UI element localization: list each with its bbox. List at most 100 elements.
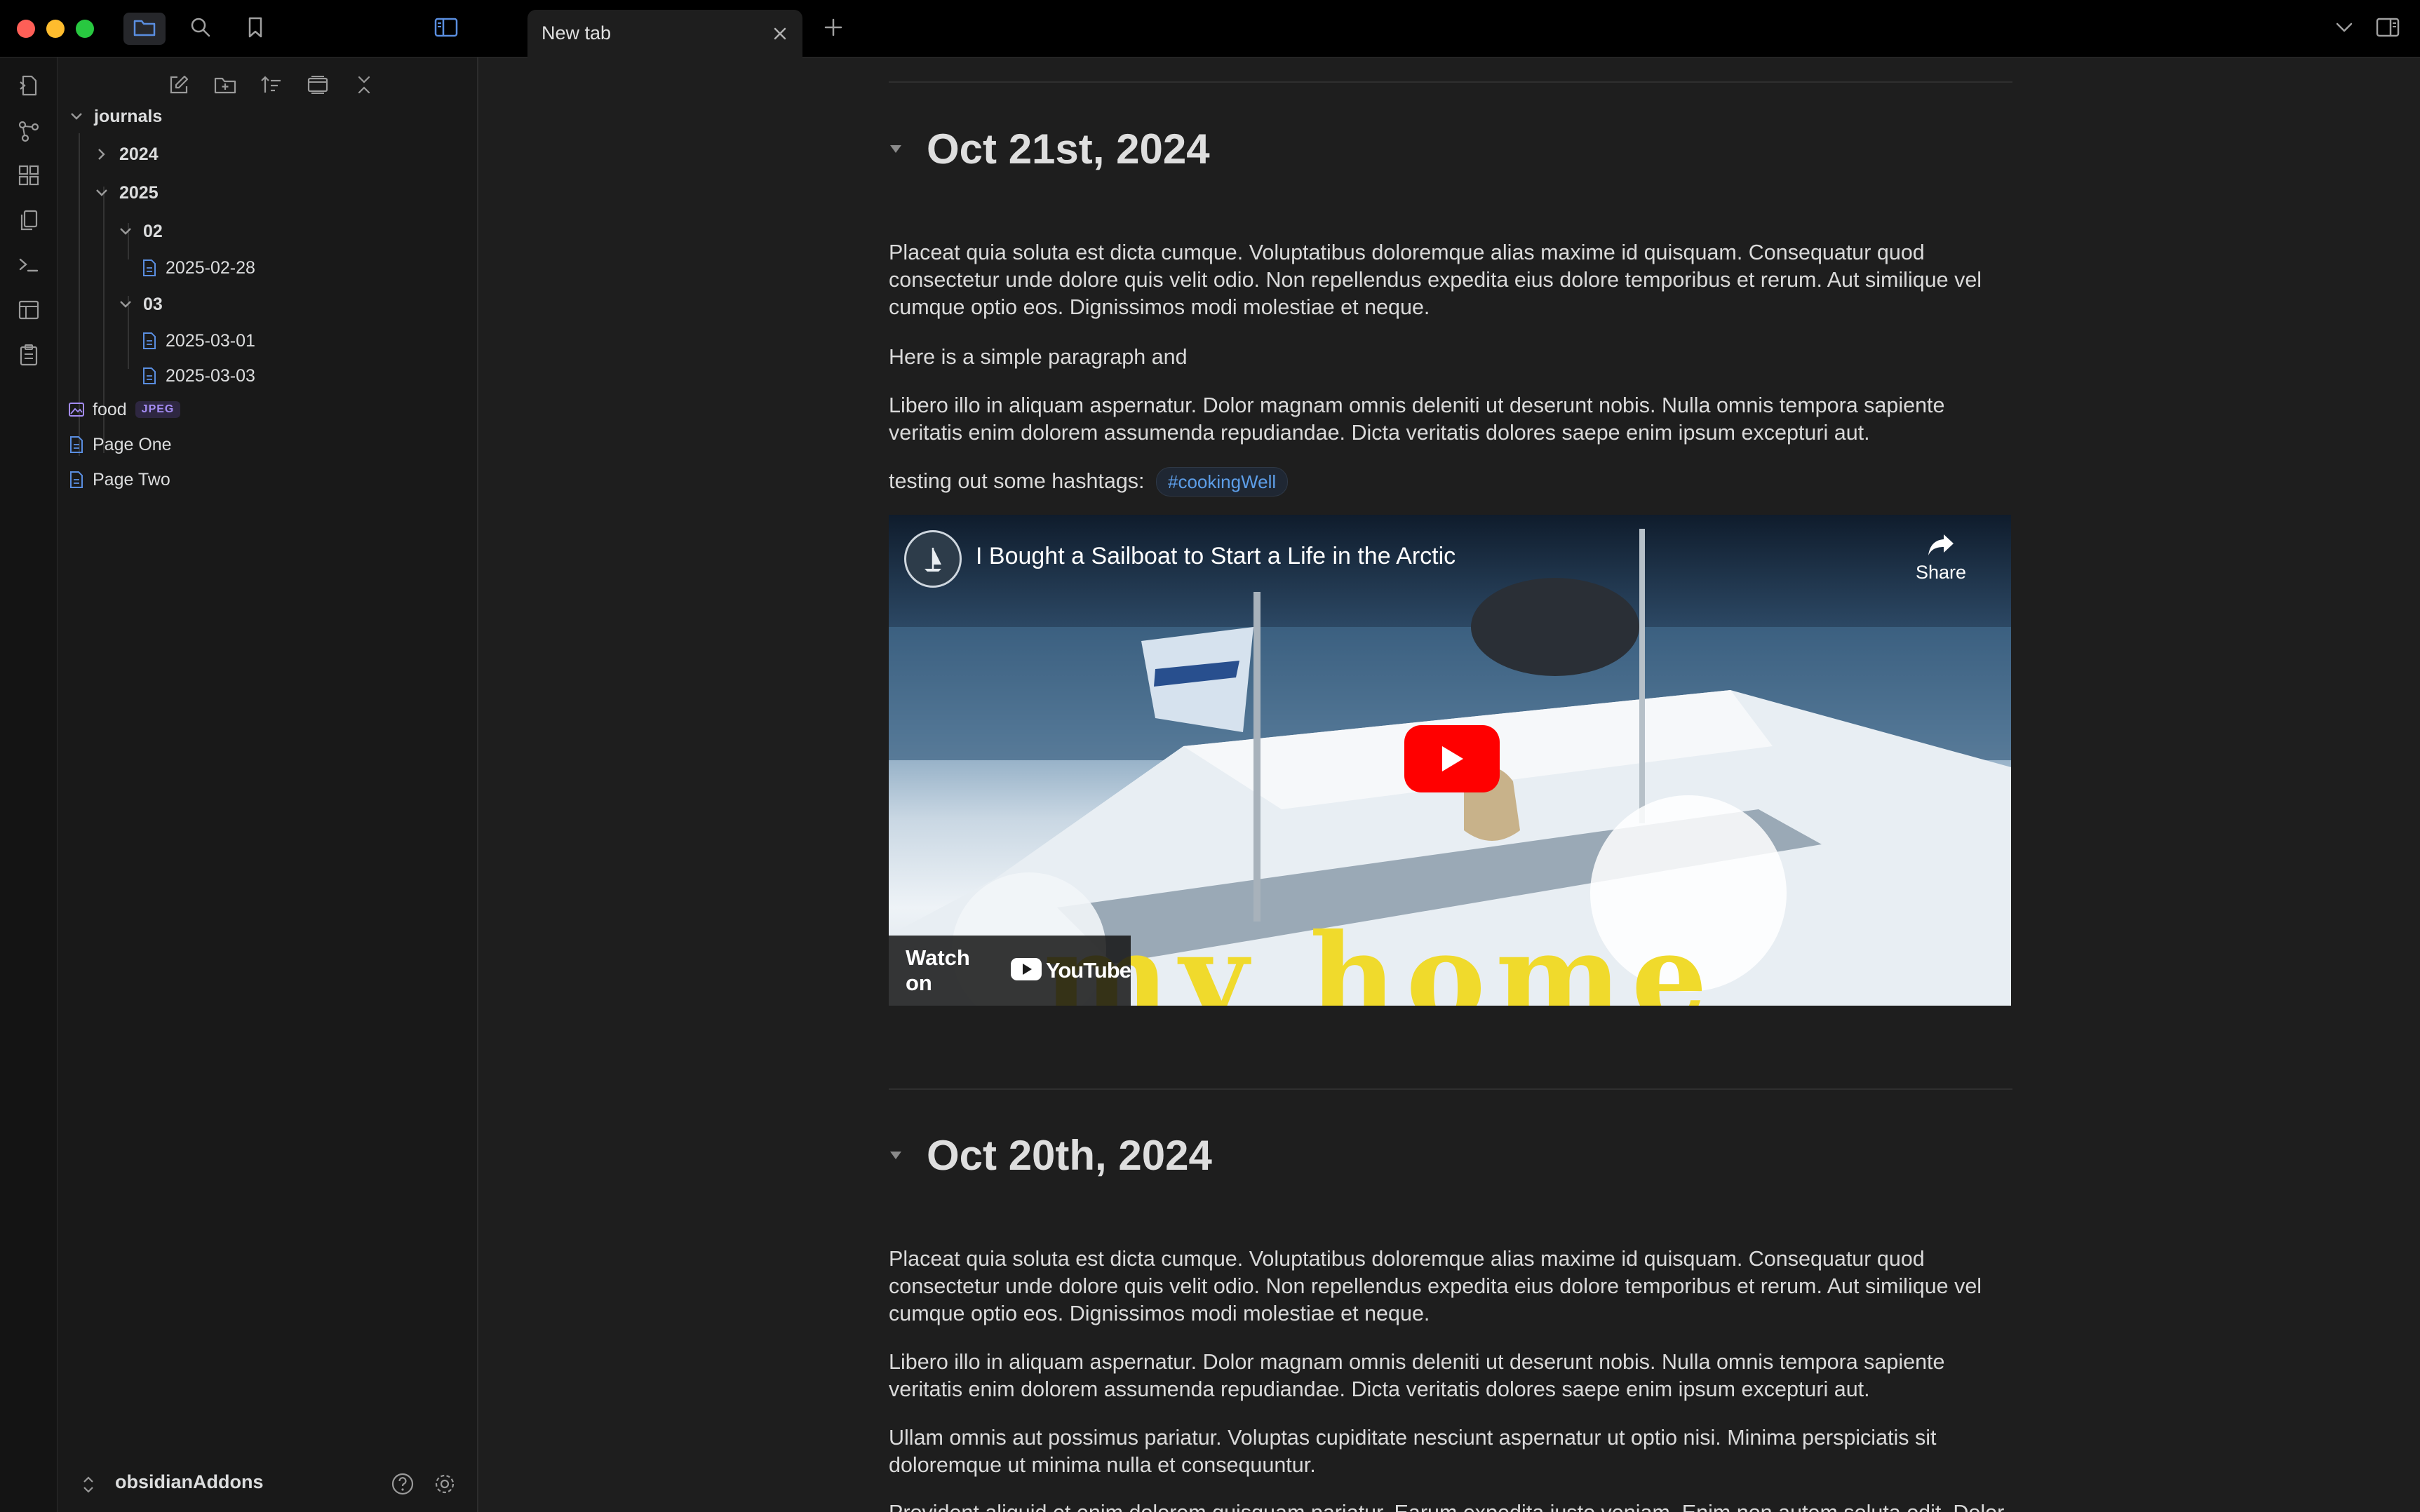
chevron-down-icon bbox=[115, 221, 136, 242]
sort-icon bbox=[261, 76, 281, 93]
daily-note-icon[interactable] bbox=[15, 341, 43, 369]
title-bar: New tab bbox=[0, 0, 2420, 58]
chevron-down-icon bbox=[66, 106, 87, 127]
paragraph: Libero illo in aliquam aspernatur. Dolor… bbox=[889, 393, 1945, 445]
divider bbox=[889, 81, 2012, 83]
file-icon bbox=[140, 258, 159, 278]
file-page-one[interactable]: Page One bbox=[67, 429, 172, 460]
collapse-triangle-icon[interactable] bbox=[889, 143, 910, 154]
folder-2025[interactable]: 2025 bbox=[91, 177, 159, 208]
auto-reveal-icon bbox=[307, 76, 328, 94]
close-icon bbox=[774, 27, 786, 40]
file-label: 2025-02-28 bbox=[166, 257, 255, 278]
youtube-logo-icon bbox=[1011, 957, 1042, 984]
hashtag-paragraph: testing out some hashtags: #cookingWell bbox=[889, 467, 2011, 497]
folder-label: journals bbox=[94, 106, 163, 126]
close-window-button[interactable] bbox=[17, 20, 35, 38]
file-label: Page Two bbox=[93, 469, 170, 490]
canvas-icon[interactable] bbox=[15, 161, 43, 189]
new-folder-icon bbox=[214, 77, 236, 94]
folder-journals[interactable]: journals bbox=[66, 101, 162, 132]
youtube-embed[interactable]: I Bought a Sailboat to Start a Life in t… bbox=[889, 515, 2011, 1006]
watch-on-youtube-button[interactable]: Watch on YouTube bbox=[889, 936, 1131, 1006]
tab-title: New tab bbox=[542, 22, 612, 43]
plus-icon bbox=[823, 17, 844, 41]
file-2025-03-03[interactable]: 2025-03-03 bbox=[140, 360, 255, 391]
entry-date[interactable]: Oct 21st, 2024 bbox=[927, 125, 1210, 173]
thumbnail-overlay-text: my home bbox=[1043, 907, 1717, 1006]
file-2025-02-28[interactable]: 2025-02-28 bbox=[140, 252, 255, 283]
files-view-button[interactable] bbox=[123, 13, 166, 45]
open-quick-switcher-icon[interactable] bbox=[15, 72, 43, 100]
new-note-button[interactable] bbox=[161, 67, 196, 102]
journal-entry-heading: Oct 21st, 2024 bbox=[889, 121, 1210, 177]
folder-03[interactable]: 03 bbox=[115, 289, 163, 320]
paragraph-text: testing out some hashtags: bbox=[889, 469, 1145, 493]
file-icon bbox=[67, 435, 86, 454]
chevron-down-icon bbox=[91, 182, 112, 203]
share-icon bbox=[1928, 534, 1954, 555]
right-sidebar-icon bbox=[2375, 17, 2400, 41]
paragraph: Ullam omnis aut possimus pariatur. Volup… bbox=[889, 1426, 1937, 1477]
file-icon bbox=[140, 331, 159, 351]
new-note-icon bbox=[170, 75, 189, 94]
youtube-wordmark: YouTube bbox=[1046, 958, 1131, 983]
paragraph: Provident aliquid et enim dolorem quisqu… bbox=[889, 1499, 2011, 1512]
file-icon bbox=[140, 366, 159, 386]
folder-label: 02 bbox=[143, 221, 163, 241]
file-label: 2025-03-03 bbox=[166, 365, 255, 386]
vault-name[interactable]: obsidianAddons bbox=[115, 1471, 264, 1493]
file-page-two[interactable]: Page Two bbox=[67, 464, 170, 495]
share-label: Share bbox=[1915, 562, 1967, 583]
toggle-right-sidebar-button[interactable] bbox=[2367, 13, 2409, 45]
play-icon bbox=[1442, 746, 1463, 771]
new-tab-button[interactable] bbox=[812, 13, 854, 45]
watch-on-label: Watch on bbox=[906, 945, 970, 995]
gear-icon[interactable] bbox=[432, 1471, 457, 1500]
search-view-button[interactable] bbox=[180, 13, 222, 45]
channel-avatar[interactable] bbox=[904, 530, 962, 588]
chevron-down-icon bbox=[115, 294, 136, 315]
collapse-triangle-icon[interactable] bbox=[889, 1149, 910, 1161]
toggle-left-sidebar-button[interactable] bbox=[425, 13, 467, 45]
paragraph: Placeat quia soluta est dicta cumque. Vo… bbox=[889, 1247, 1982, 1325]
ribbon bbox=[0, 58, 58, 1512]
video-title[interactable]: I Bought a Sailboat to Start a Life in t… bbox=[976, 543, 1456, 570]
close-tab-button[interactable] bbox=[769, 22, 791, 45]
hashtag[interactable]: #cookingWell bbox=[1156, 467, 1289, 497]
maximize-window-button[interactable] bbox=[76, 20, 94, 38]
collapse-all-button[interactable] bbox=[347, 67, 382, 102]
graph-icon[interactable] bbox=[15, 117, 43, 145]
paragraph: Here is a simple paragraph and bbox=[889, 345, 1188, 369]
terminal-icon[interactable] bbox=[15, 251, 43, 279]
chevron-right-icon bbox=[91, 144, 112, 165]
file-explorer-actions bbox=[161, 67, 382, 102]
file-food[interactable]: food JPEG bbox=[67, 394, 181, 425]
minimize-window-button[interactable] bbox=[46, 20, 65, 38]
editor-pane: Oct 21st, 2024 Placeat quia soluta est d… bbox=[478, 58, 2420, 1512]
tab-list-button[interactable] bbox=[2323, 13, 2365, 45]
file-2025-03-01[interactable]: 2025-03-01 bbox=[140, 325, 255, 356]
divider bbox=[889, 1088, 2012, 1090]
tab-new-tab[interactable]: New tab bbox=[527, 10, 802, 58]
file-icon bbox=[67, 470, 86, 490]
folder-icon bbox=[133, 17, 156, 41]
folder-02[interactable]: 02 bbox=[115, 216, 163, 247]
folder-2024[interactable]: 2024 bbox=[91, 139, 159, 170]
file-explorer: journals 2024 2025 02 2025-02-28 03 2025… bbox=[58, 58, 478, 1512]
share-button[interactable]: Share bbox=[1906, 530, 1976, 583]
search-icon bbox=[189, 15, 213, 43]
help-icon[interactable] bbox=[390, 1471, 415, 1500]
change-sort-order-button[interactable] bbox=[254, 67, 289, 102]
template-icon[interactable] bbox=[15, 296, 43, 324]
copy-icon[interactable] bbox=[15, 206, 43, 234]
bookmarks-view-button[interactable] bbox=[234, 13, 276, 45]
chevrons-up-down-icon[interactable] bbox=[81, 1474, 95, 1499]
play-button[interactable] bbox=[1404, 725, 1500, 792]
entry-date[interactable]: Oct 20th, 2024 bbox=[927, 1131, 1212, 1180]
file-label: Page One bbox=[93, 434, 172, 454]
file-label: 2025-03-01 bbox=[166, 330, 255, 351]
file-label: food bbox=[93, 399, 127, 419]
new-folder-button[interactable] bbox=[208, 67, 243, 102]
auto-reveal-button[interactable] bbox=[300, 67, 335, 102]
